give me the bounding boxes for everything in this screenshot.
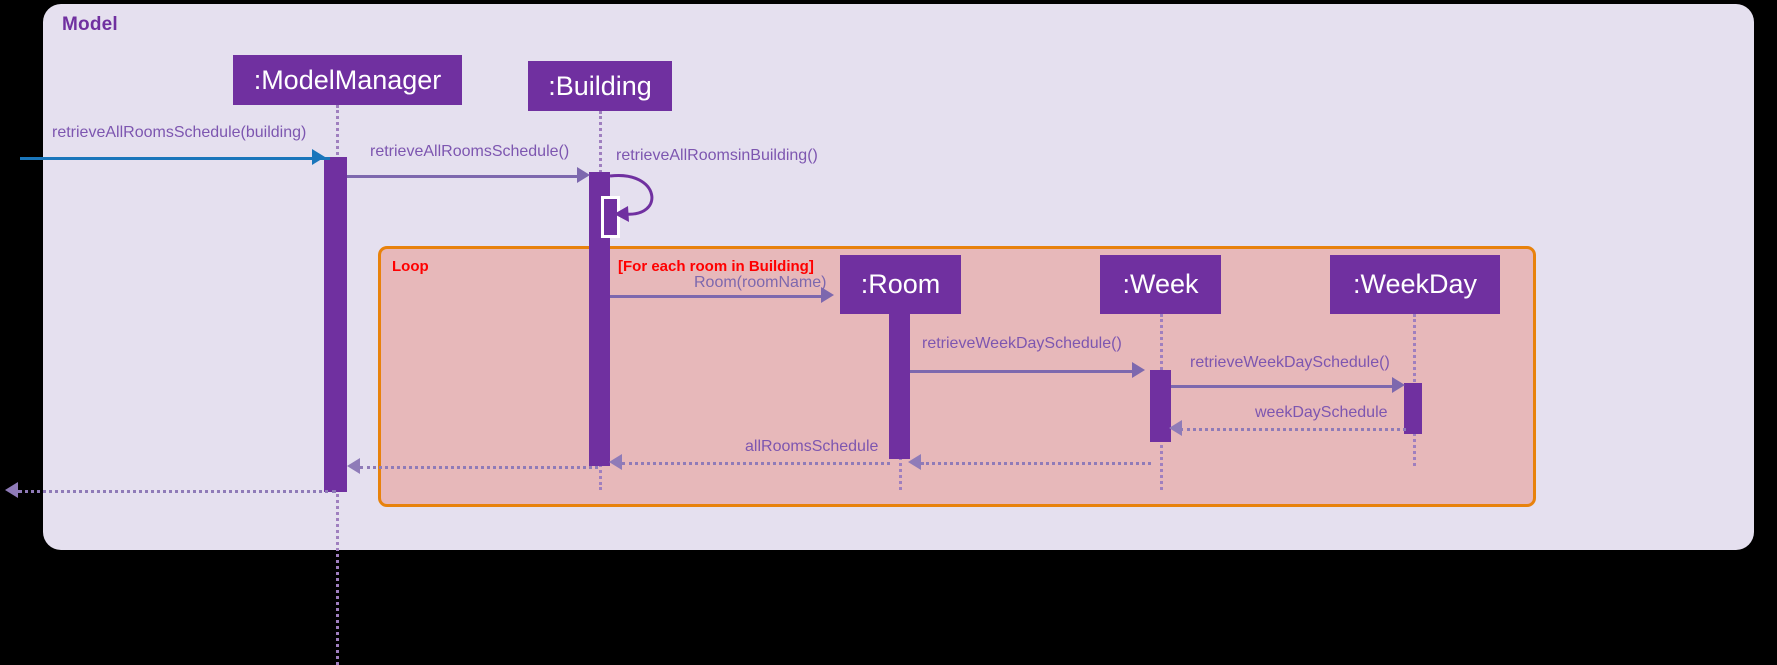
arrowhead-m11 xyxy=(5,482,18,498)
participant-building[interactable]: :Building xyxy=(528,61,672,111)
message-line-m6 xyxy=(1171,385,1398,388)
arrowhead-m6 xyxy=(1392,377,1405,393)
arrowhead-m9 xyxy=(609,454,622,470)
frame-title: Model xyxy=(62,14,118,35)
message-label-m4: Room(roomName) xyxy=(694,274,827,291)
participant-weekday[interactable]: :WeekDay xyxy=(1330,255,1500,314)
message-label-m6: retrieveWeekDaySchedule() xyxy=(1190,354,1390,371)
message-line-m9 xyxy=(622,462,890,465)
participant-room[interactable]: :Room xyxy=(840,255,961,314)
participant-week[interactable]: :Week xyxy=(1100,255,1221,314)
message-line-m5 xyxy=(910,370,1138,373)
message-label-m8: allRoomsSchedule xyxy=(745,438,879,455)
message-label-m7: weekDaySchedule xyxy=(1255,404,1388,421)
arrowhead-m4 xyxy=(821,287,834,303)
message-line-m1 xyxy=(20,157,330,160)
activation-bar-modelmanager xyxy=(324,157,347,492)
loop-fragment-guard: [For each room in Building] xyxy=(618,258,814,275)
message-label-m2: retrieveAllRoomsSchedule() xyxy=(370,143,570,160)
message-line-m10 xyxy=(360,466,598,469)
message-line-m11 xyxy=(18,490,336,493)
arrowhead-m10 xyxy=(347,458,360,474)
message-label-m5: retrieveWeekDaySchedule() xyxy=(922,335,1122,352)
participant-modelmanager[interactable]: :ModelManager xyxy=(233,55,462,105)
self-call-arc-building xyxy=(609,174,654,222)
message-label-m1: retrieveAllRoomsSchedule(building) xyxy=(52,124,307,141)
arrowhead-m8 xyxy=(908,454,921,470)
message-line-m8 xyxy=(921,462,1151,465)
arrowhead-m1 xyxy=(312,149,325,165)
activation-bar-room xyxy=(889,313,910,459)
activation-bar-week xyxy=(1150,370,1171,442)
diagram-canvas: Model Loop [For each room in Building] r… xyxy=(0,0,1777,665)
activation-bar-weekday xyxy=(1404,383,1422,434)
arrowhead-m7 xyxy=(1169,420,1182,436)
message-line-m2 xyxy=(347,175,584,178)
message-line-m7 xyxy=(1180,428,1406,431)
message-line-m4 xyxy=(610,295,826,298)
arrowhead-m2 xyxy=(577,167,590,183)
arrowhead-m5 xyxy=(1132,362,1145,378)
message-label-m3: retrieveAllRoomsinBuilding() xyxy=(616,147,818,164)
loop-fragment-label: Loop xyxy=(392,258,429,275)
